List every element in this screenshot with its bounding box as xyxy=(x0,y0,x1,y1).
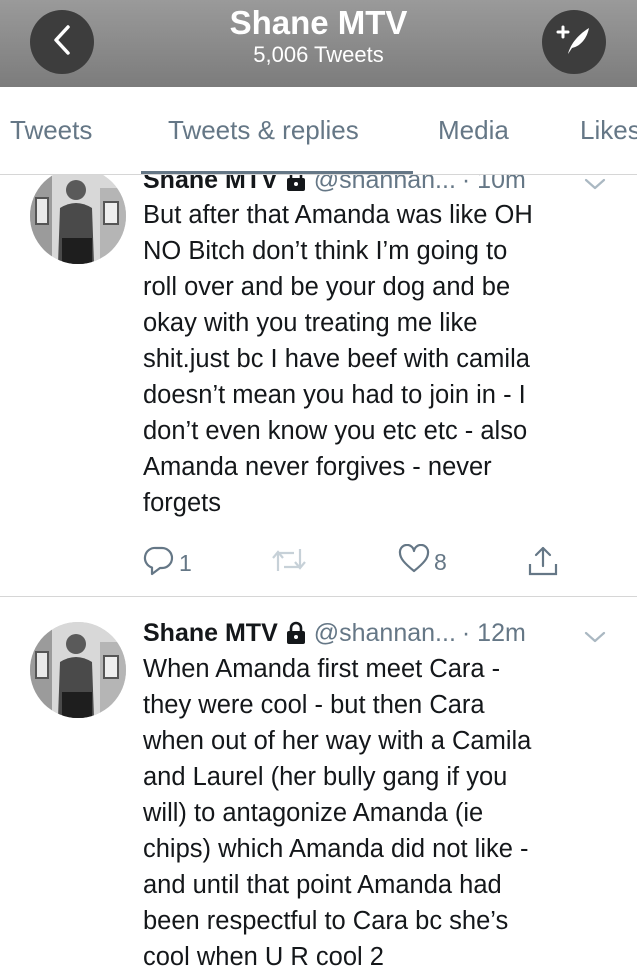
timeline[interactable]: Shane MTV @shannan... · 10m But after th… xyxy=(0,175,637,972)
lock-icon xyxy=(286,175,306,192)
tweet-author-name[interactable]: Shane MTV xyxy=(143,175,278,197)
tab-likes[interactable]: Likes xyxy=(580,115,637,146)
tweet-meta: Shane MTV @shannan... · 12m xyxy=(143,616,637,650)
reply-icon xyxy=(143,544,175,582)
profile-header: Shane MTV 5,006 Tweets xyxy=(0,0,637,87)
tweet-author-handle[interactable]: @shannan... xyxy=(314,616,456,650)
lock-icon xyxy=(286,621,306,645)
avatar[interactable] xyxy=(30,175,126,264)
reply-button[interactable]: 1 xyxy=(143,544,192,582)
heart-icon xyxy=(398,543,430,580)
tweet-author-handle[interactable]: @shannan... xyxy=(314,175,456,197)
tweet-item[interactable]: Shane MTV @shannan... · 10m But after th… xyxy=(0,175,637,597)
tweet-actions: 1 8 xyxy=(143,543,603,584)
compose-feather-icon xyxy=(554,20,594,65)
like-count: 8 xyxy=(434,548,447,575)
tab-tweets[interactable]: Tweets xyxy=(10,115,92,146)
tab-tweets-and-replies[interactable]: Tweets & replies xyxy=(168,115,359,146)
tweet-text: When Amanda first meet Cara - they were … xyxy=(143,655,532,971)
avatar[interactable] xyxy=(30,622,126,718)
tweet-author-name[interactable]: Shane MTV xyxy=(143,616,278,650)
retweet-icon xyxy=(270,544,308,582)
tweet-meta: Shane MTV @shannan... · 10m xyxy=(143,175,637,197)
share-icon xyxy=(526,544,560,584)
profile-tabs: Tweets Tweets & replies Media Likes xyxy=(0,87,637,175)
tab-media[interactable]: Media xyxy=(438,115,509,146)
compose-tweet-button[interactable] xyxy=(542,10,606,74)
share-button[interactable] xyxy=(526,544,560,584)
tweet-item[interactable]: Shane MTV @shannan... · 12m When Amanda … xyxy=(0,597,637,972)
tweet-timestamp[interactable]: · 10m xyxy=(462,175,526,197)
reply-count: 1 xyxy=(179,549,192,576)
retweet-button[interactable] xyxy=(270,544,312,582)
tweet-text: But after that Amanda was like OH NO Bit… xyxy=(143,201,533,517)
tweet-timestamp[interactable]: · 12m xyxy=(462,616,526,650)
like-button[interactable]: 8 xyxy=(398,543,447,580)
